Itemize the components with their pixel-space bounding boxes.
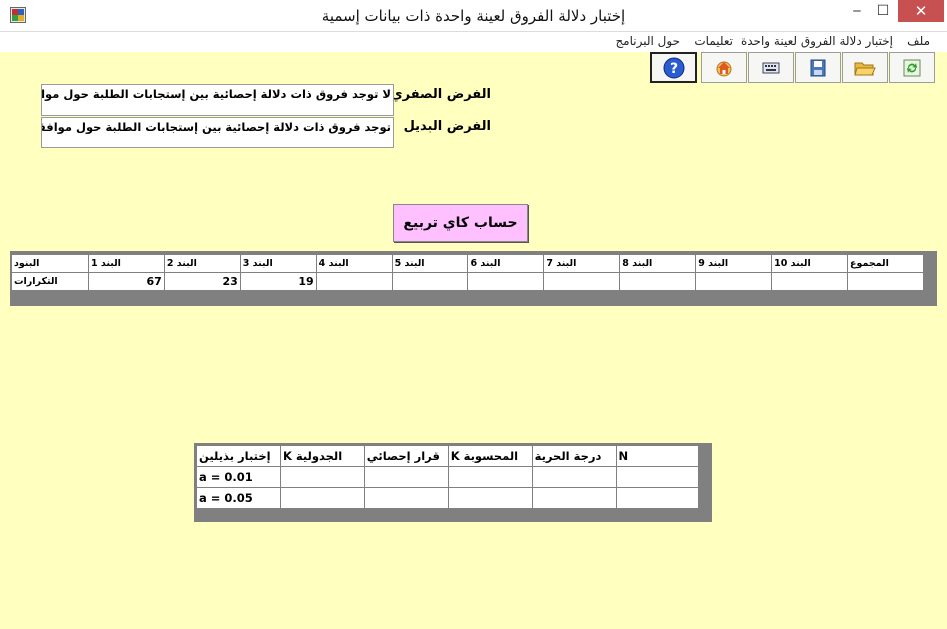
keyboard-button[interactable] bbox=[748, 52, 794, 83]
header-items: البنود bbox=[11, 254, 89, 273]
header-statistical-decision: قرار إحصائي bbox=[363, 445, 449, 467]
alpha-label-005: a = 0.05 bbox=[196, 487, 281, 509]
alt-hypothesis-field[interactable]: توجد فروق ذات دلالة إحصائية بين إستجابات… bbox=[41, 117, 394, 148]
help-icon: ? bbox=[663, 57, 685, 79]
home-button[interactable] bbox=[701, 52, 747, 83]
header-k-computed: K المحسوبة bbox=[447, 445, 533, 467]
menu-test[interactable]: إختبار دلالة الفروق لعينة واحدة bbox=[741, 34, 893, 48]
frequency-row: التكرارات 67 23 19 bbox=[11, 272, 924, 291]
open-button[interactable] bbox=[842, 52, 888, 83]
n-001 bbox=[615, 466, 699, 488]
header-item-6: البند 6 bbox=[467, 254, 545, 273]
frequency-cell-7[interactable] bbox=[543, 272, 621, 291]
header-item-5: البند 5 bbox=[391, 254, 469, 273]
header-item-3: البند 3 bbox=[239, 254, 317, 273]
calculate-chi-square-button[interactable]: حساب كاي تربيع bbox=[393, 204, 528, 242]
frequency-cell-6[interactable] bbox=[467, 272, 545, 291]
header-n: N bbox=[615, 445, 699, 467]
menu-bar: ملف إختبار دلالة الفروق لعينة واحدة تعلي… bbox=[0, 32, 947, 52]
menu-instructions[interactable]: تعليمات bbox=[694, 34, 733, 48]
frequency-header-row: البنود البند 1 البند 2 البند 3 البند 4 ا… bbox=[11, 254, 924, 273]
frequency-cell-total bbox=[847, 272, 924, 291]
header-item-9: البند 9 bbox=[695, 254, 773, 273]
frequency-cell-9[interactable] bbox=[695, 272, 773, 291]
frequency-table: البنود البند 1 البند 2 البند 3 البند 4 ا… bbox=[11, 254, 924, 291]
save-icon bbox=[810, 59, 826, 77]
frequency-cell-4[interactable] bbox=[315, 272, 393, 291]
close-button[interactable]: ✕ bbox=[898, 0, 944, 22]
frequency-cell-8[interactable] bbox=[619, 272, 697, 291]
results-header-row: إختبار بذيلين K الجدولية قرار إحصائي K ا… bbox=[196, 445, 699, 467]
window-title: إختبار دلالة الفروق لعينة واحدة ذات بيان… bbox=[321, 7, 626, 25]
alt-hypothesis-label: الفرض البديل bbox=[403, 119, 491, 134]
save-button[interactable] bbox=[795, 52, 841, 83]
header-item-10: البند 10 bbox=[771, 254, 849, 273]
k-computed-005 bbox=[447, 487, 533, 509]
header-item-4: البند 4 bbox=[315, 254, 393, 273]
results-table: إختبار بذيلين K الجدولية قرار إحصائي K ا… bbox=[196, 445, 699, 509]
keyboard-icon bbox=[762, 62, 780, 74]
header-item-8: البند 8 bbox=[619, 254, 697, 273]
frequency-cell-5[interactable] bbox=[391, 272, 469, 291]
help-button[interactable]: ? bbox=[650, 52, 697, 83]
header-total: المجموع bbox=[847, 254, 924, 273]
null-hypothesis-label: الفرض الصفري bbox=[390, 87, 491, 102]
menu-file[interactable]: ملف bbox=[907, 34, 930, 48]
frequency-cell-3[interactable]: 19 bbox=[239, 272, 317, 291]
svg-text:?: ? bbox=[670, 61, 678, 77]
df-005 bbox=[531, 487, 617, 509]
open-folder-icon bbox=[854, 62, 876, 76]
maximize-button[interactable]: ☐ bbox=[868, 0, 898, 22]
header-item-2: البند 2 bbox=[163, 254, 241, 273]
refresh-button[interactable] bbox=[889, 52, 935, 83]
menu-about[interactable]: حول البرنامج bbox=[615, 34, 680, 48]
header-two-tailed-test: إختبار بذيلين bbox=[196, 445, 281, 467]
null-hypothesis-field[interactable]: لا توجد فروق ذات دلالة إحصائية بين إستجا… bbox=[41, 84, 394, 116]
frequency-cell-2[interactable]: 23 bbox=[163, 272, 241, 291]
decision-001 bbox=[363, 466, 449, 488]
frequency-row-label: التكرارات bbox=[11, 272, 89, 291]
k-tabular-001 bbox=[279, 466, 365, 488]
decision-005 bbox=[363, 487, 449, 509]
frequency-cell-10[interactable] bbox=[771, 272, 849, 291]
k-tabular-005 bbox=[279, 487, 365, 509]
alpha-label-001: a = 0.01 bbox=[196, 466, 281, 488]
n-005 bbox=[615, 487, 699, 509]
header-item-7: البند 7 bbox=[543, 254, 621, 273]
k-computed-001 bbox=[447, 466, 533, 488]
results-row-001: a = 0.01 bbox=[196, 466, 699, 488]
header-item-1: البند 1 bbox=[87, 254, 165, 273]
results-row-005: a = 0.05 bbox=[196, 487, 699, 509]
df-001 bbox=[531, 466, 617, 488]
header-degrees-of-freedom: درجة الحرية bbox=[531, 445, 617, 467]
home-icon bbox=[716, 61, 732, 77]
title-bar: إختبار دلالة الفروق لعينة واحدة ذات بيان… bbox=[0, 0, 947, 32]
header-k-tabular: K الجدولية bbox=[279, 445, 365, 467]
frequency-cell-1[interactable]: 67 bbox=[87, 272, 165, 291]
refresh-icon bbox=[903, 59, 921, 77]
